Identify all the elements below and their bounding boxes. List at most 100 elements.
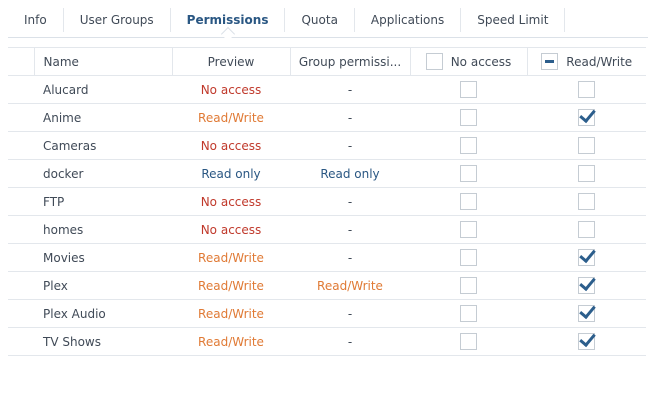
tab-bar: Info User Groups Permissions Quota Applicati…	[8, 8, 648, 38]
table-row[interactable]: homes No access -	[8, 215, 646, 244]
no-access-cell	[410, 75, 527, 104]
no-access-cell	[410, 187, 527, 216]
read-write-cell	[527, 131, 646, 160]
preview-permission: No access	[172, 187, 290, 216]
row-spacer	[8, 131, 34, 160]
read-write-checkbox[interactable]	[578, 221, 595, 238]
table-row[interactable]: Plex Audio Read/Write -	[8, 299, 646, 328]
read-write-cell	[527, 243, 646, 272]
preview-permission: Read/Write	[172, 327, 290, 356]
group-permission: Read only	[290, 159, 410, 188]
tab-applications[interactable]: Applications	[355, 8, 462, 32]
read-write-cell	[527, 159, 646, 188]
column-header-preview[interactable]: Preview	[172, 47, 291, 76]
share-name: homes	[34, 215, 172, 244]
no-access-checkbox[interactable]	[460, 277, 477, 294]
table-row[interactable]: Movies Read/Write -	[8, 243, 646, 272]
row-spacer	[8, 271, 34, 300]
group-permission: -	[290, 299, 410, 328]
group-permission: -	[290, 243, 410, 272]
table-row[interactable]: docker Read only Read only	[8, 159, 646, 188]
share-name: Movies	[34, 243, 172, 272]
table-row[interactable]: TV Shows Read/Write -	[8, 327, 646, 356]
preview-permission: No access	[172, 215, 290, 244]
read-write-label: Read/Write	[566, 54, 633, 69]
read-write-cell	[527, 75, 646, 104]
row-spacer	[8, 187, 34, 216]
row-spacer	[8, 243, 34, 272]
row-spacer	[8, 215, 34, 244]
tab-user-groups[interactable]: User Groups	[64, 8, 171, 32]
no-access-cell	[410, 215, 527, 244]
read-write-checkbox[interactable]	[578, 277, 595, 294]
preview-permission: Read/Write	[172, 271, 290, 300]
table-row[interactable]: Plex Read/Write Read/Write	[8, 271, 646, 300]
preview-permission: Read only	[172, 159, 290, 188]
no-access-cell	[410, 271, 527, 300]
no-access-select-all-checkbox[interactable]	[425, 53, 443, 70]
no-access-checkbox[interactable]	[460, 81, 477, 98]
preview-permission: Read/Write	[172, 103, 290, 132]
table-row[interactable]: FTP No access -	[8, 187, 646, 216]
group-permission: -	[290, 327, 410, 356]
no-access-cell	[410, 327, 527, 356]
share-name: Alucard	[34, 75, 172, 104]
no-access-checkbox[interactable]	[460, 221, 477, 238]
read-write-checkbox[interactable]	[578, 333, 595, 350]
no-access-checkbox[interactable]	[460, 165, 477, 182]
group-permission: -	[290, 103, 410, 132]
tab-info[interactable]: Info	[8, 8, 64, 32]
row-spacer	[8, 75, 34, 104]
table-row[interactable]: Anime Read/Write -	[8, 103, 646, 132]
share-name: Plex Audio	[34, 299, 172, 328]
permissions-table: Name Preview Group permissi... No access…	[8, 47, 646, 356]
no-access-checkbox[interactable]	[460, 333, 477, 350]
no-access-cell	[410, 243, 527, 272]
preview-permission: Read/Write	[172, 243, 290, 272]
group-permission: -	[290, 131, 410, 160]
no-access-label: No access	[450, 54, 512, 69]
no-access-checkbox[interactable]	[460, 305, 477, 322]
tab-quota[interactable]: Quota	[285, 8, 355, 32]
read-write-checkbox[interactable]	[578, 193, 595, 210]
row-spacer	[8, 103, 34, 132]
row-spacer	[8, 299, 34, 328]
tab-permissions[interactable]: Permissions	[171, 8, 286, 32]
column-header-name[interactable]: Name	[34, 47, 173, 76]
share-name: docker	[34, 159, 172, 188]
no-access-cell	[410, 299, 527, 328]
group-permission: -	[290, 75, 410, 104]
tab-speed-limit[interactable]: Speed Limit	[461, 8, 566, 32]
read-write-checkbox[interactable]	[578, 137, 595, 154]
group-permission: -	[290, 187, 410, 216]
row-spacer	[8, 327, 34, 356]
table-row[interactable]: Cameras No access -	[8, 131, 646, 160]
column-header-group-permissions[interactable]: Group permissi...	[290, 47, 411, 76]
read-write-checkbox[interactable]	[578, 305, 595, 322]
no-access-checkbox[interactable]	[460, 109, 477, 126]
share-name: Cameras	[34, 131, 172, 160]
read-write-cell	[527, 299, 646, 328]
share-name: Plex	[34, 271, 172, 300]
read-write-cell	[527, 103, 646, 132]
column-header-read-write: Read/Write	[527, 47, 646, 76]
read-write-select-all-checkbox[interactable]	[541, 53, 559, 70]
read-write-checkbox[interactable]	[578, 109, 595, 126]
no-access-cell	[410, 131, 527, 160]
read-write-checkbox[interactable]	[578, 249, 595, 266]
read-write-cell	[527, 215, 646, 244]
no-access-cell	[410, 159, 527, 188]
read-write-cell	[527, 187, 646, 216]
read-write-checkbox[interactable]	[578, 165, 595, 182]
no-access-checkbox[interactable]	[460, 193, 477, 210]
read-write-checkbox[interactable]	[578, 81, 595, 98]
preview-permission: No access	[172, 131, 290, 160]
table-row[interactable]: Alucard No access -	[8, 75, 646, 104]
preview-permission: No access	[172, 75, 290, 104]
share-name: Anime	[34, 103, 172, 132]
no-access-checkbox[interactable]	[460, 249, 477, 266]
share-name: FTP	[34, 187, 172, 216]
no-access-checkbox[interactable]	[460, 137, 477, 154]
row-spacer	[8, 159, 34, 188]
select-column-header	[8, 47, 35, 76]
